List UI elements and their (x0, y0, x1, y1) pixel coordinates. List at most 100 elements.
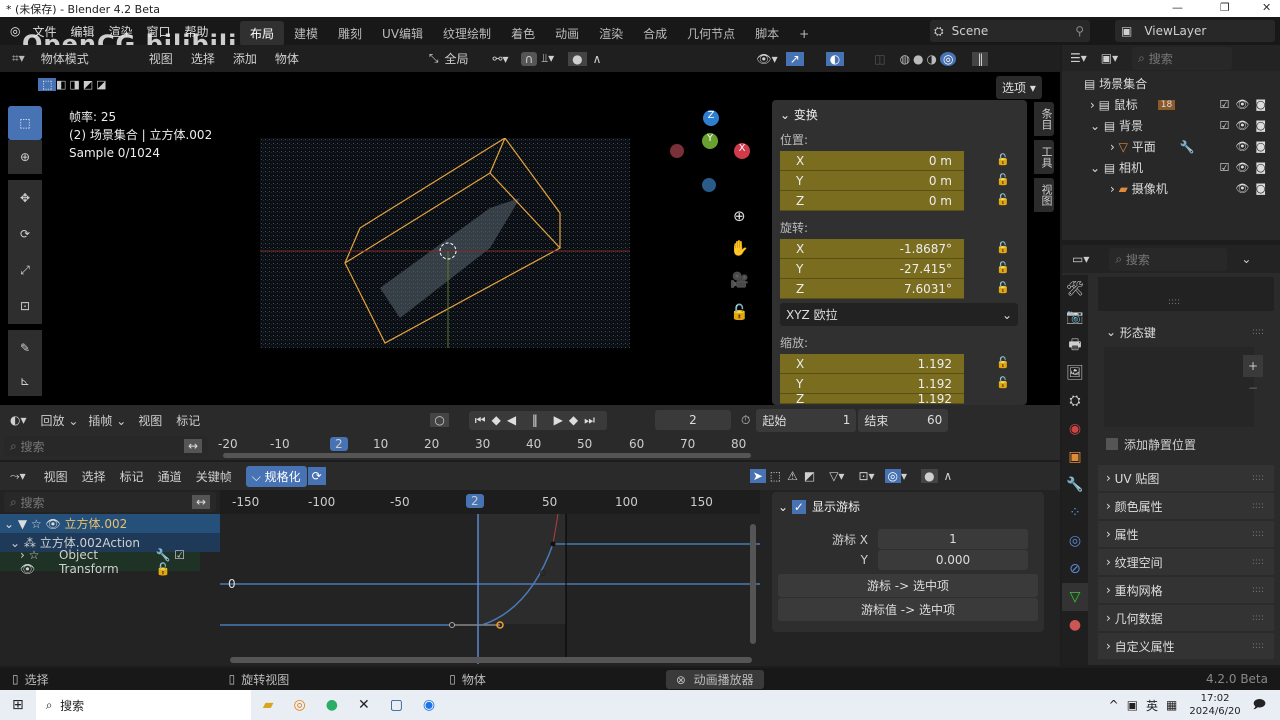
proportional-icon[interactable]: ● (921, 469, 938, 483)
material-tab-icon[interactable]: ● (1062, 611, 1088, 639)
gizmo-x[interactable]: X (734, 143, 750, 159)
remove-shape-key-button[interactable]: − (1243, 377, 1263, 399)
start-icon[interactable]: ⊞ (12, 697, 24, 713)
taskbar-search[interactable]: ⌕ 搜索 (35, 690, 251, 720)
pause-render-icon[interactable]: ‖ (972, 51, 989, 66)
modifier-tab-icon[interactable]: 🔧 (1062, 471, 1088, 499)
outliner-item[interactable]: › ▽ 平面 🔧 👁◙ (1062, 136, 1280, 157)
auto-key-icon[interactable]: ○ (430, 413, 449, 427)
outliner-item[interactable]: › ▰ 摄像机 👁◙ (1062, 178, 1280, 199)
scale-tool[interactable]: ⤢ (8, 252, 42, 288)
notification-icon[interactable]: 🗩 (1253, 695, 1266, 716)
channel-object[interactable]: ⌄ ▼ ☆ 👁 立方体.002 (0, 514, 220, 533)
view-layer-tab-icon[interactable]: 🖼 (1062, 359, 1088, 387)
pivot-icon[interactable]: ⊡▾ (858, 469, 874, 483)
visibility-icon[interactable]: 👁▾ (756, 52, 777, 66)
transform-tool[interactable]: ⊡ (8, 288, 42, 324)
lock-icon[interactable]: 🔓 (996, 261, 1010, 274)
channel-group[interactable]: › ☆ 👁 Object Transform 🔧 ☑ 🔓 (0, 548, 200, 576)
tab-geometry-nodes[interactable]: 几何节点 (677, 21, 745, 46)
tab-view[interactable]: 视图 (1034, 178, 1054, 212)
tool-tab-icon[interactable]: 🛠 (1062, 275, 1088, 303)
tab-scripting[interactable]: 脚本 (745, 21, 789, 46)
scale-x-field[interactable]: X 1.192 (780, 354, 964, 374)
gizmo-y[interactable]: Y (702, 133, 718, 149)
mesh-data-tab-icon[interactable]: ▽ (1062, 583, 1088, 611)
select-box-tool[interactable]: ⬚ (8, 106, 42, 140)
chevron-down-icon[interactable]: ⌄ (1241, 252, 1251, 266)
falloff-icon[interactable]: ∧ (944, 469, 953, 483)
snap-target-icon[interactable]: ⫫▾ (541, 51, 554, 66)
tab-uv-editing[interactable]: UV编辑 (372, 21, 433, 46)
only-selected-icon[interactable]: ➤ (749, 469, 766, 483)
output-tab-icon[interactable]: 🖶 (1062, 331, 1088, 359)
animation-player-button[interactable]: ⊗ 动画播放器 (665, 669, 764, 689)
lock-icon[interactable]: 🔓 (996, 173, 1010, 186)
auto-normalize-icon[interactable]: ⟳ (307, 467, 326, 485)
keyframe[interactable] (449, 622, 455, 628)
normalize-toggle[interactable]: ⌵ 规格化 (245, 465, 307, 487)
menu-select[interactable]: 选择 (191, 50, 215, 67)
section-uv-maps[interactable]: › UV 贴图:::: (1098, 465, 1274, 491)
clock[interactable]: 17:02 2024/6/20 (1189, 692, 1240, 718)
measure-tool[interactable]: ⊾ (8, 366, 42, 396)
lock-icon[interactable]: 🔓 (996, 193, 1010, 206)
properties-search[interactable]: ⌕ 搜索 (1109, 247, 1228, 271)
show-cursor-checkbox[interactable]: ✓ (791, 499, 806, 514)
snap-icon[interactable]: ◎ (884, 469, 902, 483)
current-frame-field[interactable]: 2 (654, 410, 731, 430)
pivot-icon[interactable]: ⚯▾ (492, 52, 508, 66)
render-tab-icon[interactable]: 📷 (1062, 303, 1088, 331)
snap-icon[interactable]: ∩ (520, 51, 538, 66)
tab-tool[interactable]: 工具 (1034, 140, 1054, 174)
cursor-x-field[interactable]: 1 (878, 529, 1028, 549)
tab-compositing[interactable]: 合成 (633, 21, 677, 46)
scene-selector[interactable]: ⛭ Scene ⚲ (930, 20, 1090, 42)
cursor-to-selected-button[interactable]: 游标 -> 选中项 (778, 574, 1038, 597)
gizmo-z[interactable]: Z (703, 110, 719, 126)
rotation-z-field[interactable]: Z 7.6031° (780, 279, 964, 299)
playhead[interactable]: 2 (466, 494, 484, 508)
navigation-gizmo[interactable]: Z X Y (670, 110, 755, 195)
menu-key[interactable]: 关键帧 (196, 468, 232, 485)
tab-texture-paint[interactable]: 纹理绘制 (433, 21, 501, 46)
keyframe[interactable] (550, 541, 556, 547)
scale-z-field[interactable]: Z 1.192 (780, 394, 964, 404)
section-shape-keys[interactable]: ⌄ 形态键:::: (1098, 319, 1274, 345)
tab-rendering[interactable]: 渲染 (589, 21, 633, 46)
tab-modeling[interactable]: 建模 (284, 21, 328, 46)
camera-view-icon[interactable]: 🎥 (730, 264, 749, 296)
gizmo-toggle-icon[interactable]: ↗ (785, 51, 804, 66)
pan-hand-icon[interactable]: ✋ (730, 232, 749, 264)
rendered-shading-icon[interactable]: ◎ (940, 51, 957, 66)
cursor-value-to-selected-button[interactable]: 游标值 -> 选中项 (778, 598, 1038, 621)
timeline-scrollbar[interactable] (223, 453, 751, 458)
outliner-item[interactable]: › ▤ 鼠标 18 ☑👁◙ (1062, 94, 1280, 115)
location-y-field[interactable]: Y0 m (780, 171, 964, 191)
location-x-field[interactable]: X0 m (780, 151, 964, 171)
select-new-icon[interactable]: ⬚ (38, 78, 57, 91)
visibility-toggles[interactable]: ☑👁◙ (1220, 98, 1273, 111)
editor-type-icon[interactable]: ⤳▾ (10, 469, 26, 484)
lock-view-icon[interactable]: 🔓 (730, 296, 749, 328)
tab-sculpting[interactable]: 雕刻 (328, 21, 372, 46)
tray-app-icon[interactable]: ▣ (1127, 698, 1138, 712)
menu-add[interactable]: 添加 (233, 50, 257, 67)
playback-controls[interactable]: ⏮◆◀ ‖ ▶◆⏭ (468, 410, 607, 430)
menu-view[interactable]: 视图 (44, 468, 68, 485)
swap-icon[interactable]: ↔ (183, 439, 202, 453)
outliner-item[interactable]: ⌄ ▤ 背景 ☑👁◙ (1062, 115, 1280, 136)
select-mode-icons[interactable]: ◧◨◩◪ (56, 78, 110, 91)
lock-icon[interactable]: 🔓 (996, 153, 1010, 166)
editor-type-icon[interactable]: ▭▾ (1072, 252, 1089, 266)
tab-shading[interactable]: 着色 (501, 21, 545, 46)
graph-tool-icons[interactable]: ⬚⚠◩ (770, 469, 821, 483)
tab-layout[interactable]: 布局 (240, 21, 285, 46)
move-tool[interactable]: ✥ (8, 180, 42, 216)
add-shape-key-button[interactable]: + (1243, 355, 1263, 377)
zoom-icon[interactable]: ⊕ (730, 200, 749, 232)
editor-type-icon[interactable]: ⌗▾ (12, 51, 25, 66)
gizmo-neg-x[interactable] (670, 144, 684, 158)
orientation-dropdown[interactable]: 全局 (444, 50, 468, 67)
view-layer-selector[interactable]: ▣ ViewLayer (1115, 20, 1275, 42)
